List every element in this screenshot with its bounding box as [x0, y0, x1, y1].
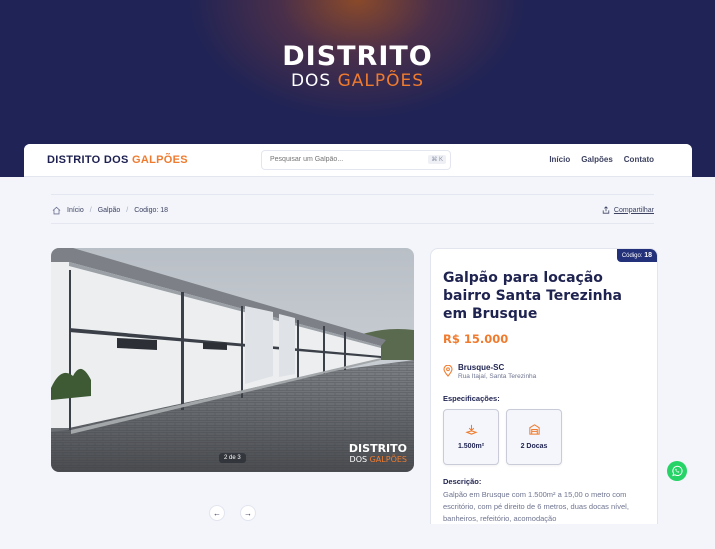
description-heading: Descrição: — [443, 477, 482, 486]
breadcrumb-list: Início / Galpão / Codigo: 18 — [52, 206, 168, 215]
breadcrumb-separator: / — [89, 207, 92, 214]
whatsapp-icon — [672, 465, 683, 477]
watermark-dos: DOS — [349, 455, 370, 464]
photo-gallery[interactable]: 2 de 3 DISTRITO DOS GALPÕES — [51, 248, 414, 472]
whatsapp-button[interactable] — [667, 461, 687, 481]
dock-icon — [529, 424, 540, 435]
location-text: Brusque-SC Rua Itajaí, Santa Terezinha — [458, 363, 536, 380]
warehouse-photo — [51, 248, 414, 472]
location-city: Brusque-SC — [458, 363, 505, 372]
listing-price: R$ 15.000 — [443, 332, 509, 346]
page-card: DISTRITO DOS GALPÕES ⌘ K Início Galpões … — [24, 144, 692, 524]
brand-logo[interactable]: DISTRITO DOS GALPÕES — [47, 154, 188, 166]
location-pin-icon — [443, 365, 453, 377]
gallery-counter: 2 de 3 — [219, 453, 246, 463]
share-label: Compartilhar — [613, 206, 654, 214]
location-address: Rua Itajaí, Santa Terezinha — [458, 373, 537, 380]
area-icon — [465, 424, 478, 435]
spec-docks: 2 Docas — [506, 409, 562, 465]
search-shortcut: ⌘ K — [428, 155, 446, 164]
main-nav: Início Galpões Contato — [549, 155, 654, 164]
listing-location: Brusque-SC Rua Itajaí, Santa Terezinha — [443, 363, 536, 380]
code-badge-label: Código: — [621, 253, 645, 259]
breadcrumb-codigo: Codigo: 18 — [134, 207, 169, 214]
spec-area: 1.500m² — [443, 409, 499, 465]
breadcrumb: Início / Galpão / Codigo: 18 Compartilha… — [51, 194, 654, 224]
nav-inicio[interactable]: Início — [549, 155, 570, 164]
description-text: Galpão em Brusque com 1.500m² a 15,00 o … — [443, 490, 629, 523]
hero-logo-galpoes: GALPÕES — [337, 71, 425, 91]
brand-text: DISTRITO DOS — [47, 154, 132, 166]
search-input[interactable] — [270, 156, 420, 163]
nav-galpoes[interactable]: Galpões — [581, 155, 613, 164]
nav-contato[interactable]: Contato — [624, 155, 654, 164]
share-link[interactable]: Compartilhar — [602, 206, 654, 214]
code-badge: Código: 18 — [616, 249, 657, 262]
spec-docks-label: 2 Docas — [520, 443, 548, 450]
hero-logo-line2: DOS GALPÕES — [0, 71, 715, 91]
watermark-line1: DISTRITO — [348, 442, 407, 455]
specs-heading: Especificações: — [443, 394, 500, 403]
watermark-line2: DOS GALPÕES — [349, 454, 407, 465]
code-badge-value: 18 — [644, 252, 652, 259]
hero-logo-line1: DISTRITO — [282, 41, 433, 72]
home-icon — [52, 206, 61, 215]
top-navbar: DISTRITO DOS GALPÕES ⌘ K Início Galpões … — [24, 144, 692, 177]
gallery-prev-button[interactable]: ← — [209, 505, 225, 521]
watermark-galpoes: GALPÕES — [369, 455, 407, 464]
share-icon — [602, 206, 610, 214]
breadcrumb-separator: / — [126, 207, 129, 214]
brand-accent: GALPÕES — [131, 154, 188, 166]
spec-area-label: 1.500m² — [457, 443, 485, 450]
hero-logo: DISTRITO DOS GALPÕES — [0, 42, 715, 91]
breadcrumb-inicio[interactable]: Início — [67, 207, 84, 214]
listing-title: Galpão para locação bairro Santa Terezin… — [443, 270, 622, 322]
search-box[interactable]: ⌘ K — [261, 150, 451, 170]
breadcrumb-galpao[interactable]: Galpão — [98, 207, 121, 214]
gallery-watermark: DISTRITO DOS GALPÕES — [349, 443, 407, 465]
listing-details: Código: 18 Galpão para locação bairro Sa… — [430, 248, 658, 524]
gallery-next-button[interactable]: → — [240, 505, 256, 521]
hero-logo-dos: DOS — [290, 71, 338, 91]
